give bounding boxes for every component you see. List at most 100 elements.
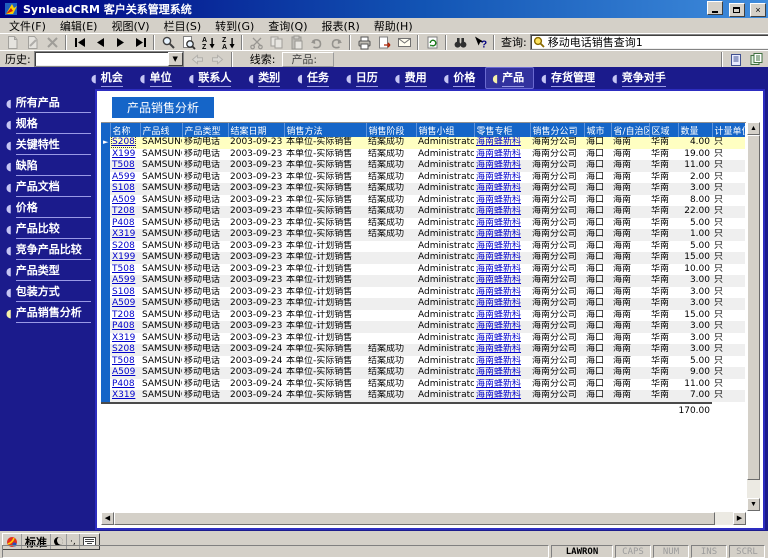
table-row[interactable]: S208SAMSUNG移动电话2003-09-24本单位-实际销售结案成功Adm… <box>101 344 745 356</box>
counter-link[interactable]: 海南蜂新科 <box>476 298 521 308</box>
column-header[interactable]: 名称 <box>110 123 140 137</box>
maximize-button[interactable] <box>729 3 745 17</box>
table-row[interactable]: X199SAMSUNG移动电话2003-09-23本单位-计划销售Adminis… <box>101 252 745 264</box>
scroll-left-button[interactable]: ◀ <box>101 512 114 525</box>
scroll-right-button[interactable]: ▶ <box>733 512 746 525</box>
counter-link[interactable]: 海南蜂新科 <box>476 218 521 228</box>
menu-item[interactable]: 帮助(H) <box>367 18 420 34</box>
refresh-button[interactable] <box>422 34 442 50</box>
find-record-button[interactable] <box>178 34 198 50</box>
product-link[interactable]: P408 <box>112 321 135 331</box>
sidebar-item-产品销售分析[interactable]: ◖产品销售分析 <box>6 305 91 321</box>
horizontal-scroll-thumb[interactable] <box>114 512 715 525</box>
zoom-button[interactable] <box>158 34 178 50</box>
tab-任务[interactable]: ◖任务 <box>290 67 339 89</box>
vertical-scrollbar[interactable]: ▲ ▼ <box>747 122 760 511</box>
sidebar-item-产品文档[interactable]: ◖产品文档 <box>6 179 91 195</box>
tab-竞争对手[interactable]: ◖竞争对手 <box>605 67 676 89</box>
table-row[interactable]: X199SAMSUNG移动电话2003-09-23本单位-实际销售结案成功Adm… <box>101 149 745 161</box>
column-header[interactable]: 产品线 <box>140 123 182 137</box>
counter-link[interactable]: 海南蜂新科 <box>476 275 521 285</box>
journal-1-button[interactable] <box>726 51 746 67</box>
counter-link[interactable]: 海南蜂新科 <box>476 390 521 400</box>
column-header[interactable]: 产品类型 <box>182 123 228 137</box>
table-row[interactable]: S208SAMSUNG移动电话2003-09-23本单位-计划销售Adminis… <box>101 241 745 253</box>
sidebar-item-所有产品[interactable]: ◖所有产品 <box>6 95 91 111</box>
column-header[interactable]: 数量 <box>678 123 712 137</box>
product-link[interactable]: P408 <box>112 379 135 389</box>
product-link[interactable]: T208 <box>112 206 135 216</box>
column-header[interactable]: 销售分公司 <box>530 123 584 137</box>
close-button[interactable]: × <box>750 3 766 17</box>
counter-link[interactable]: 海南蜂新科 <box>476 321 521 331</box>
product-link[interactable]: X319 <box>112 229 135 239</box>
sidebar-item-包装方式[interactable]: ◖包装方式 <box>6 284 91 300</box>
product-link[interactable]: X319 <box>112 390 135 400</box>
product-link[interactable]: A509 <box>112 367 135 377</box>
counter-link[interactable]: 海南蜂新科 <box>476 367 521 377</box>
query-combo[interactable]: 移动电话销售查询1 ▼ <box>530 34 768 50</box>
sidebar-item-产品类型[interactable]: ◖产品类型 <box>6 263 91 279</box>
counter-link[interactable]: 海南蜂新科 <box>476 149 521 159</box>
table-row[interactable]: T508SAMSUNG移动电话2003-09-23本单位-实际销售结案成功Adm… <box>101 160 745 172</box>
product-link[interactable]: X199 <box>112 252 135 262</box>
menu-item[interactable]: 查询(Q) <box>261 18 314 34</box>
column-header[interactable]: 区域 <box>649 123 678 137</box>
menu-item[interactable]: 报表(R) <box>315 18 367 34</box>
tab-联系人[interactable]: ◖联系人 <box>182 67 242 89</box>
table-row[interactable]: T208SAMSUNG移动电话2003-09-23本单位-实际销售结案成功Adm… <box>101 206 745 218</box>
table-row[interactable]: S108SAMSUNG移动电话2003-09-23本单位-计划销售Adminis… <box>101 287 745 299</box>
product-link[interactable]: T508 <box>112 356 135 366</box>
prev-record-button[interactable] <box>90 34 110 50</box>
counter-link[interactable]: 海南蜂新科 <box>476 287 521 297</box>
sidebar-item-缺陷[interactable]: ◖缺陷 <box>6 158 91 174</box>
product-link[interactable]: T208 <box>112 310 135 320</box>
tab-类别[interactable]: ◖类别 <box>241 67 290 89</box>
table-row[interactable]: X319SAMSUNG移动电话2003-09-23本单位-计划销售Adminis… <box>101 333 745 345</box>
counter-link[interactable]: 海南蜂新科 <box>476 172 521 182</box>
sort-descending-button[interactable]: ZA <box>218 34 238 50</box>
product-link[interactable]: S208 <box>112 344 135 354</box>
product-link[interactable]: A599 <box>112 172 135 182</box>
journal-2-button[interactable] <box>746 51 766 67</box>
mail-button[interactable] <box>394 34 414 50</box>
sidebar-item-规格[interactable]: ◖规格 <box>6 116 91 132</box>
table-row[interactable]: A509SAMSUNG移动电话2003-09-23本单位-实际销售结案成功Adm… <box>101 195 745 207</box>
table-row[interactable]: P408SAMSUNG移动电话2003-09-23本单位-计划销售Adminis… <box>101 321 745 333</box>
menu-item[interactable]: 文件(F) <box>2 18 53 34</box>
column-header[interactable]: 城市 <box>584 123 611 137</box>
sidebar-item-关键特性[interactable]: ◖关键特性 <box>6 137 91 153</box>
counter-link[interactable]: 海南蜂新科 <box>476 344 521 354</box>
table-row[interactable]: ►S208SAMSUNG移动电话2003-09-23本单位-实际销售结案成功Ad… <box>101 137 745 149</box>
sort-ascending-button[interactable]: AZ <box>198 34 218 50</box>
sidebar-item-产品比较[interactable]: ◖产品比较 <box>6 221 91 237</box>
counter-link[interactable]: 海南蜂新科 <box>476 252 521 262</box>
column-header[interactable]: 零售专柜 <box>474 123 530 137</box>
table-row[interactable]: X319SAMSUNG移动电话2003-09-24本单位-实际销售结案成功Adm… <box>101 390 745 402</box>
product-link[interactable]: X319 <box>112 333 135 343</box>
tab-产品[interactable]: ◖产品 <box>485 67 534 89</box>
menu-item[interactable]: 转到(G) <box>208 18 261 34</box>
table-row[interactable]: T508SAMSUNG移动电话2003-09-23本单位-计划销售Adminis… <box>101 264 745 276</box>
table-row[interactable]: X319SAMSUNG移动电话2003-09-23本单位-实际销售结案成功Adm… <box>101 229 745 241</box>
table-row[interactable]: T208SAMSUNG移动电话2003-09-23本单位-计划销售Adminis… <box>101 310 745 322</box>
scroll-up-button[interactable]: ▲ <box>747 122 760 135</box>
table-row[interactable]: S108SAMSUNG移动电话2003-09-23本单位-实际销售结案成功Adm… <box>101 183 745 195</box>
table-row[interactable]: A599SAMSUNG移动电话2003-09-23本单位-实际销售结案成功Adm… <box>101 172 745 184</box>
product-link[interactable]: S108 <box>112 287 135 297</box>
product-link[interactable]: S208 <box>112 241 135 251</box>
counter-link[interactable]: 海南蜂新科 <box>476 356 521 366</box>
table-row[interactable]: T508SAMSUNG移动电话2003-09-24本单位-实际销售结案成功Adm… <box>101 356 745 368</box>
counter-link[interactable]: 海南蜂新科 <box>476 137 521 147</box>
table-row[interactable]: P408SAMSUNG移动电话2003-09-23本单位-实际销售结案成功Adm… <box>101 218 745 230</box>
table-row[interactable]: A599SAMSUNG移动电话2003-09-23本单位-计划销售Adminis… <box>101 275 745 287</box>
column-header[interactable]: 计量单位 <box>712 123 745 137</box>
tab-存货管理[interactable]: ◖存货管理 <box>534 67 605 89</box>
horizontal-scrollbar[interactable]: ◀ ▶ <box>101 512 746 525</box>
minimize-button[interactable] <box>707 1 723 15</box>
counter-link[interactable]: 海南蜂新科 <box>476 206 521 216</box>
menu-item[interactable]: 栏目(S) <box>157 18 209 34</box>
menu-item[interactable]: 编辑(E) <box>53 18 105 34</box>
counter-link[interactable]: 海南蜂新科 <box>476 241 521 251</box>
counter-link[interactable]: 海南蜂新科 <box>476 333 521 343</box>
